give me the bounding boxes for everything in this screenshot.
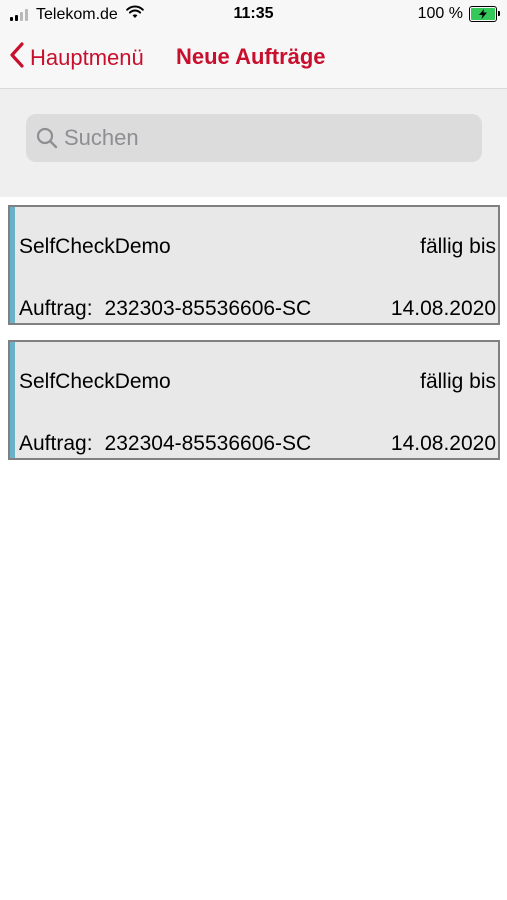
battery-charging-icon (469, 6, 500, 22)
order-name: SelfCheckDemo (19, 370, 171, 393)
order-label: Auftrag: (19, 432, 93, 455)
navigation-bar: Hauptmenü Neue Aufträge (0, 30, 507, 89)
due-label: fällig bis (420, 235, 496, 258)
search-input[interactable]: Suchen (26, 114, 482, 162)
back-label: Hauptmenü (30, 44, 144, 70)
screen: Telekom.de 11:35 100 % Hauptmenü Neue Au… (0, 0, 507, 900)
order-number: 232303-85536606-SC (104, 297, 312, 320)
order-accent-bar (10, 207, 15, 323)
order-label: Auftrag: (19, 297, 93, 320)
due-date: 14.08.2020 (390, 432, 496, 455)
order-name: SelfCheckDemo (19, 235, 171, 258)
order-list-item[interactable]: SelfCheckDemo fällig bis Auftrag: 232303… (8, 205, 500, 325)
search-icon (36, 127, 58, 149)
order-list-item[interactable]: SelfCheckDemo fällig bis Auftrag: 232304… (8, 340, 500, 460)
order-number-line: Auftrag: 232303-85536606-SC (19, 297, 311, 321)
due-label: fällig bis (420, 370, 496, 393)
status-right: 100 % (417, 5, 500, 23)
due-date: 14.08.2020 (390, 297, 496, 320)
back-button[interactable]: Hauptmenü (10, 42, 144, 73)
status-bar: Telekom.de 11:35 100 % (0, 0, 507, 30)
page-title: Neue Aufträge (176, 44, 326, 69)
order-number: 232304-85536606-SC (104, 432, 312, 455)
search-placeholder: Suchen (64, 125, 139, 150)
battery-percentage: 100 % (417, 5, 463, 22)
order-accent-bar (10, 342, 15, 458)
chevron-left-icon (10, 42, 24, 73)
battery-fill (471, 8, 495, 20)
search-area: Suchen (0, 89, 507, 197)
order-number-line: Auftrag: 232304-85536606-SC (19, 432, 311, 456)
